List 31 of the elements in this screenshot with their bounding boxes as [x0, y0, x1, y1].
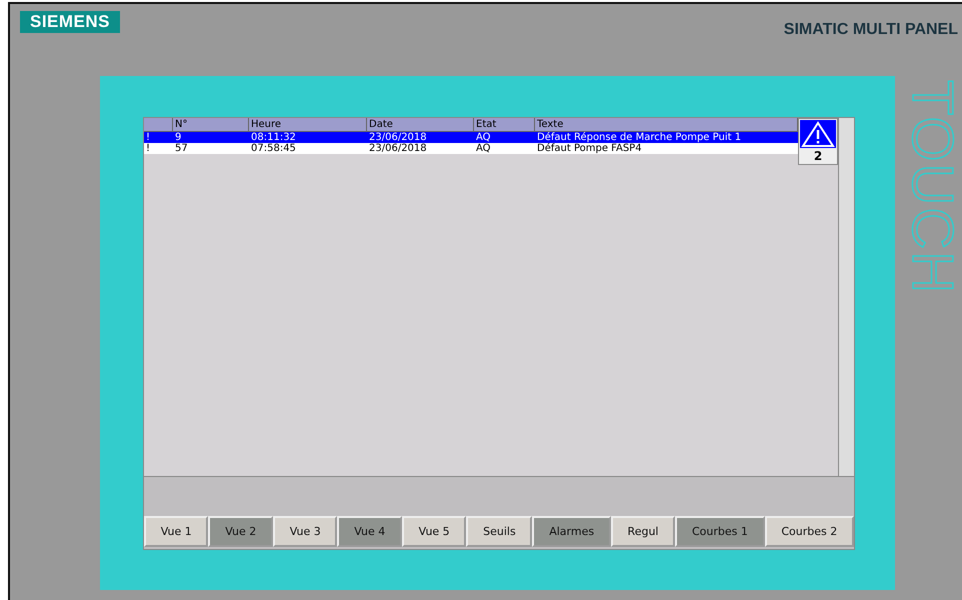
nav-button[interactable]: Vue 4	[337, 516, 402, 547]
nav-button[interactable]: Courbes 2	[764, 516, 854, 547]
nav-button[interactable]: Vue 1	[144, 516, 208, 547]
nav-button[interactable]: Courbes 1	[675, 516, 765, 547]
table-cell-text: 23/06/2018	[368, 132, 428, 143]
alarm-row[interactable]: ! 9 08:11:32 23/06/2018 AQ Défaut Réponse de Marche Pompe Puit 1	[144, 132, 798, 143]
table-cell-text: !	[145, 132, 152, 143]
table-cell-text: 07:58:45	[250, 143, 297, 154]
table-cell-text: 08:11:32	[250, 132, 297, 143]
table-cell-text: AQ	[475, 143, 492, 154]
touch-label: TOUCH	[901, 80, 962, 296]
table-cell-text: 23/06/2018	[368, 143, 428, 154]
model-label: SIMATIC MULTI PANEL	[784, 21, 958, 39]
warning-icon	[800, 120, 836, 148]
nav-button[interactable]: Seuils	[466, 516, 532, 547]
table-cell-text: 57	[174, 143, 189, 154]
nav-button[interactable]: Vue 3	[272, 516, 338, 547]
nav-button[interactable]: Regul	[610, 516, 676, 547]
table-cell-text: Défaut Pompe FASP4	[536, 143, 643, 154]
alarm-indicator[interactable]: 2	[798, 118, 838, 165]
nav-button[interactable]: Alarmes	[532, 516, 611, 547]
alarm-count: 2	[814, 148, 822, 164]
brand-logo: SIEMENS	[20, 11, 120, 33]
table-cell-text: AQ	[475, 132, 492, 143]
table-cell-text: Défaut Réponse de Marche Pompe Puit 1	[536, 132, 742, 143]
table-cell-text: !	[145, 143, 152, 154]
nav-button[interactable]: Vue 5	[402, 516, 466, 547]
nav-button[interactable]: Vue 2	[208, 516, 273, 547]
scrollbar[interactable]	[838, 118, 854, 476]
table-cell-text: 9	[174, 132, 182, 143]
alarm-row[interactable]: ! 57 07:58:45 23/06/2018 AQ Défaut Pompe FASP4	[144, 143, 798, 154]
